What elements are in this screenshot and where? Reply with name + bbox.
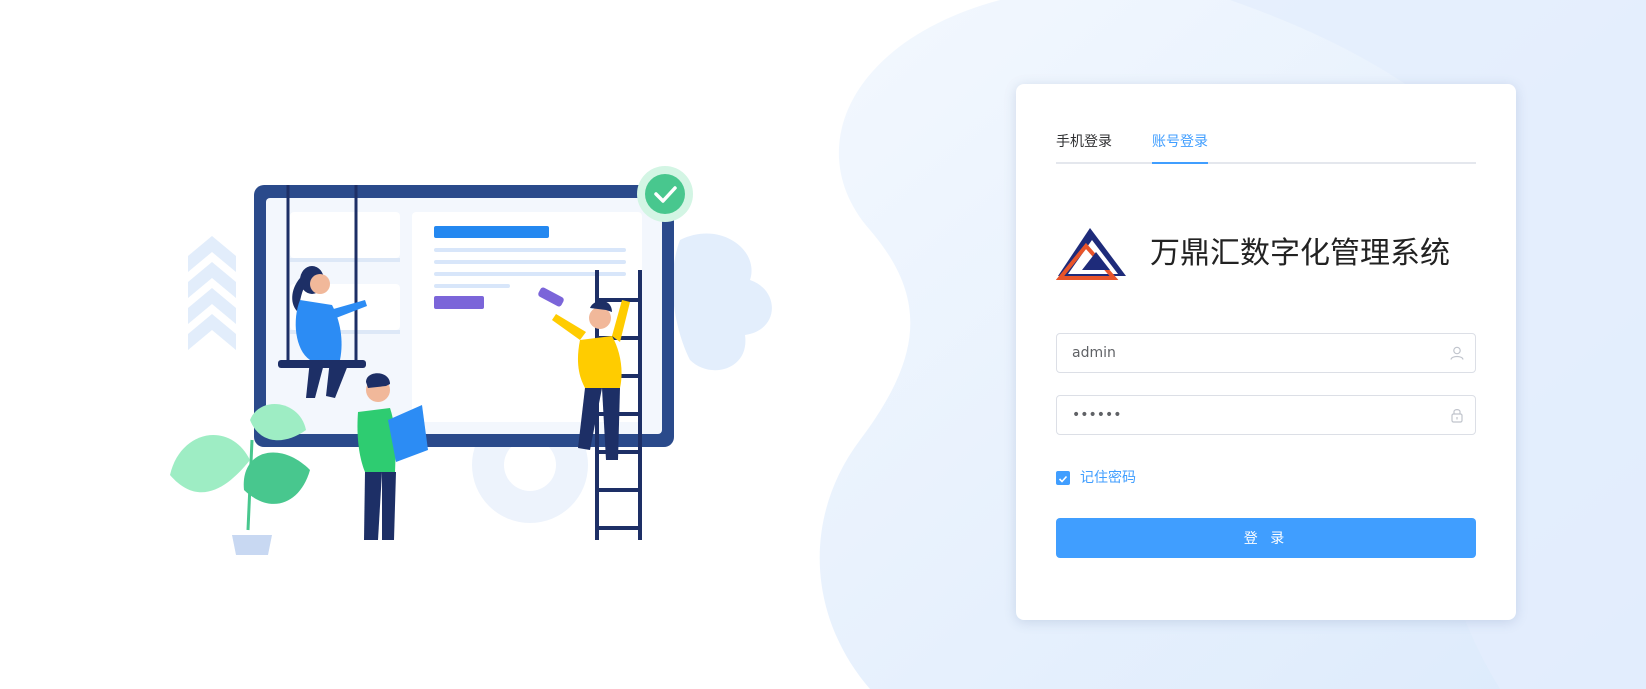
username-field [1056, 333, 1476, 373]
active-tab-indicator [1152, 162, 1208, 164]
password-input[interactable] [1057, 396, 1437, 434]
login-card: 手机登录 账号登录 万鼎汇数字化管理系统 admin •••••• 记住密码 登… [1016, 84, 1516, 620]
password-field [1056, 395, 1476, 435]
chevron-up-decoration [188, 236, 236, 350]
login-button[interactable]: 登 录 [1056, 518, 1476, 558]
remember-checkbox[interactable] [1056, 471, 1070, 485]
lock-icon [1451, 409, 1463, 423]
brand-header: 万鼎汇数字化管理系统 [1056, 224, 1476, 294]
triangle-logo-icon [1056, 228, 1126, 280]
leaf-decoration [672, 233, 772, 371]
system-title: 万鼎汇数字化管理系统 [1150, 236, 1450, 271]
user-icon [1450, 346, 1464, 360]
tab-account-login[interactable]: 账号登录 [1152, 132, 1208, 164]
plant-decoration [170, 403, 310, 555]
username-input[interactable] [1057, 334, 1437, 372]
login-tabs: 手机登录 账号登录 [1056, 132, 1476, 164]
remember-label: 记住密码 [1080, 470, 1136, 486]
tab-phone-login[interactable]: 手机登录 [1056, 132, 1112, 164]
team-illustration [170, 166, 772, 555]
checkmark-icon [1058, 475, 1068, 483]
